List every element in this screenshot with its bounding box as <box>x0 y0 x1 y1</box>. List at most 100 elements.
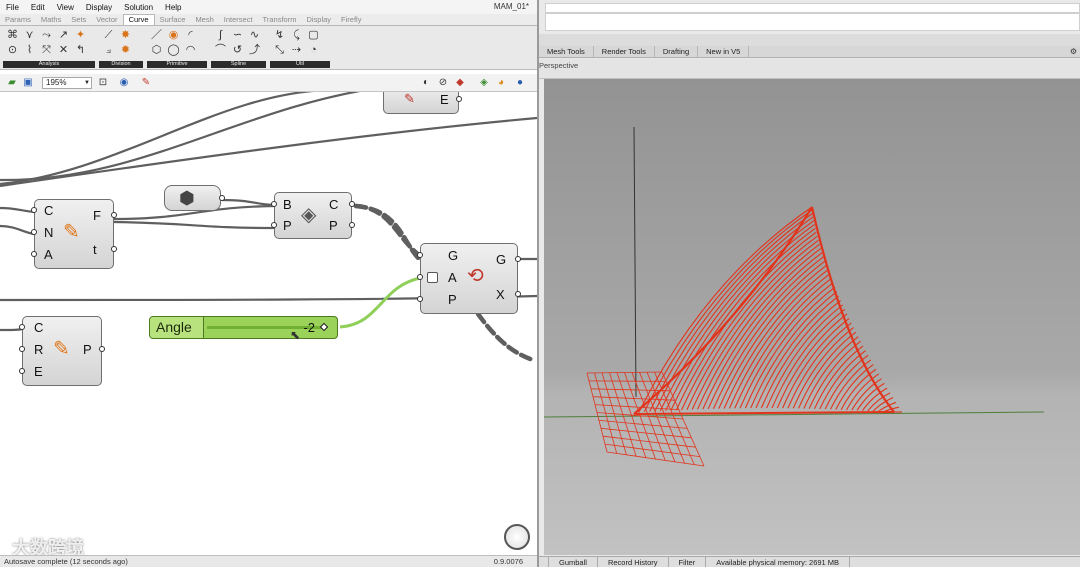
wire-param-to-b[interactable] <box>221 198 275 207</box>
tab-intersect[interactable]: Intersect <box>219 14 258 25</box>
input-port[interactable] <box>31 229 37 235</box>
perspective-viewport[interactable] <box>544 79 1080 555</box>
wire-top-2[interactable] <box>0 92 384 182</box>
parameter-icon[interactable]: ⤧ <box>39 43 54 57</box>
output-port[interactable] <box>515 291 521 297</box>
line-icon[interactable]: ／ <box>149 28 164 42</box>
component-rotate[interactable]: G A P G X ⟲ <box>417 243 521 314</box>
tab-new-in-v5[interactable]: New in V5 <box>698 46 750 57</box>
project-icon[interactable]: ◔ <box>306 43 321 57</box>
input-port[interactable] <box>271 201 277 207</box>
radians-toggle[interactable] <box>427 272 438 283</box>
tab-transform[interactable]: Transform <box>258 14 302 25</box>
input-port[interactable] <box>19 324 25 330</box>
zoom-dropdown[interactable]: 195% ▼ <box>42 77 92 89</box>
bezier-icon[interactable]: ∿ <box>247 28 262 42</box>
slider-output-port[interactable] <box>319 322 329 332</box>
input-port[interactable] <box>417 252 423 258</box>
preview-wire-icon[interactable]: ◐ <box>420 77 432 89</box>
command-prompt[interactable] <box>545 13 1080 31</box>
menu-file[interactable]: File <box>0 3 25 12</box>
save-file-icon[interactable]: ▣ <box>22 77 34 89</box>
tween-icon[interactable]: ↺ <box>230 43 245 57</box>
tab-mesh-tools[interactable]: Mesh Tools <box>539 46 594 57</box>
output-port[interactable] <box>515 256 521 262</box>
tab-curve[interactable]: Curve <box>122 14 155 25</box>
menu-help[interactable]: Help <box>159 3 187 12</box>
component-top-partial[interactable]: E ✎ <box>383 92 462 114</box>
ellipse-icon[interactable]: ◯ <box>166 43 181 57</box>
menu-display[interactable]: Display <box>80 3 118 12</box>
target-icon[interactable]: ⊙ <box>5 43 20 57</box>
arc3pt-icon[interactable]: ◠ <box>183 43 198 57</box>
viewport-title[interactable]: Perspective <box>539 61 578 70</box>
extend-icon[interactable]: ⇢ <box>289 43 304 57</box>
output-port[interactable] <box>99 346 105 352</box>
navigation-wheel-icon[interactable] <box>504 524 530 550</box>
input-port[interactable] <box>271 222 277 228</box>
tangent-icon[interactable]: ↗ <box>56 28 71 42</box>
input-port[interactable] <box>31 207 37 213</box>
component-curve-closest[interactable]: C N A F t ✎ <box>31 199 117 269</box>
wire-c-in-2[interactable] <box>0 327 23 332</box>
status-record-history[interactable]: Record History <box>598 557 669 567</box>
component-circle-point[interactable]: C R E P ✎ <box>19 316 105 386</box>
wire-c-to-g-dashed-2[interactable] <box>353 203 423 263</box>
deconstruct-icon[interactable]: ⌘ <box>5 28 20 42</box>
wire-f-to-b-2[interactable] <box>113 220 275 230</box>
gh-canvas[interactable]: E ✎ ⬢ C N A F t ✎ B P C P ◈ G A P G X ⟲ … <box>0 92 537 555</box>
polygon-icon[interactable]: ⬡ <box>149 43 164 57</box>
tab-mesh[interactable]: Mesh <box>190 14 218 25</box>
tab-firefly[interactable]: Firefly <box>336 14 366 25</box>
material-icon[interactable]: ◕ <box>495 77 507 89</box>
open-file-icon[interactable]: ▰ <box>6 77 18 89</box>
length-icon[interactable]: ⌇ <box>22 43 37 57</box>
input-port[interactable] <box>19 368 25 374</box>
tab-vector[interactable]: Vector <box>91 14 122 25</box>
offset-icon[interactable]: ⤹ <box>289 28 304 42</box>
input-port[interactable] <box>417 274 423 280</box>
wire-c-in[interactable] <box>0 206 35 214</box>
menu-view[interactable]: View <box>51 3 80 12</box>
output-port[interactable] <box>349 201 355 207</box>
eye-icon[interactable]: ◉ <box>118 77 130 89</box>
nurbs-icon[interactable]: ∽ <box>230 28 245 42</box>
curvature-icon[interactable]: ✦ <box>73 28 88 42</box>
component-parameter[interactable]: ⬢ <box>164 185 225 211</box>
circle-icon[interactable]: ◉ <box>166 28 181 42</box>
tab-surface[interactable]: Surface <box>155 14 191 25</box>
dash-icon[interactable]: ✹ <box>118 43 133 57</box>
join-icon[interactable]: ⤡ <box>272 43 287 57</box>
tab-params[interactable]: Params <box>0 14 36 25</box>
menu-edit[interactable]: Edit <box>25 3 51 12</box>
tab-sets[interactable]: Sets <box>66 14 91 25</box>
status-filter[interactable]: Filter <box>669 557 707 567</box>
menu-solution[interactable]: Solution <box>118 3 159 12</box>
interpolate-icon[interactable]: ∫ <box>213 28 228 42</box>
output-port[interactable] <box>111 246 117 252</box>
preview-hidden-icon[interactable]: ⊘ <box>437 77 449 89</box>
component-brep[interactable]: B P C P ◈ <box>271 192 355 239</box>
preview-selected-icon[interactable]: ◈ <box>478 77 490 89</box>
fillet-icon[interactable]: ▢ <box>306 28 321 42</box>
output-port[interactable] <box>219 195 225 201</box>
tab-drafting[interactable]: Drafting <box>655 46 699 57</box>
preview-shaded-icon[interactable]: ◆ <box>454 77 466 89</box>
gear-icon[interactable]: ⚙ <box>1070 47 1077 56</box>
tab-maths[interactable]: Maths <box>36 14 66 25</box>
shatter-icon[interactable]: ✸ <box>118 28 133 42</box>
globe-icon[interactable]: ● <box>514 77 526 89</box>
fork-icon[interactable]: ⋎ <box>22 28 37 42</box>
divide-icon[interactable]: ⟋ <box>101 28 116 42</box>
flip-icon[interactable]: ↯ <box>272 28 287 42</box>
input-port[interactable] <box>19 346 25 352</box>
sketch-pen-icon[interactable]: ✎ <box>140 77 152 89</box>
curve-closest-icon[interactable]: ⤳ <box>39 28 54 42</box>
kinky-icon[interactable]: ⌒ <box>213 43 228 57</box>
wire-n-in[interactable] <box>0 224 35 236</box>
wire-long-upper[interactable] <box>0 116 537 188</box>
wire-top-1[interactable] <box>0 92 330 186</box>
status-gumball[interactable]: Gumball <box>549 557 598 567</box>
tab-render-tools[interactable]: Render Tools <box>594 46 655 57</box>
tab-display[interactable]: Display <box>301 14 336 25</box>
